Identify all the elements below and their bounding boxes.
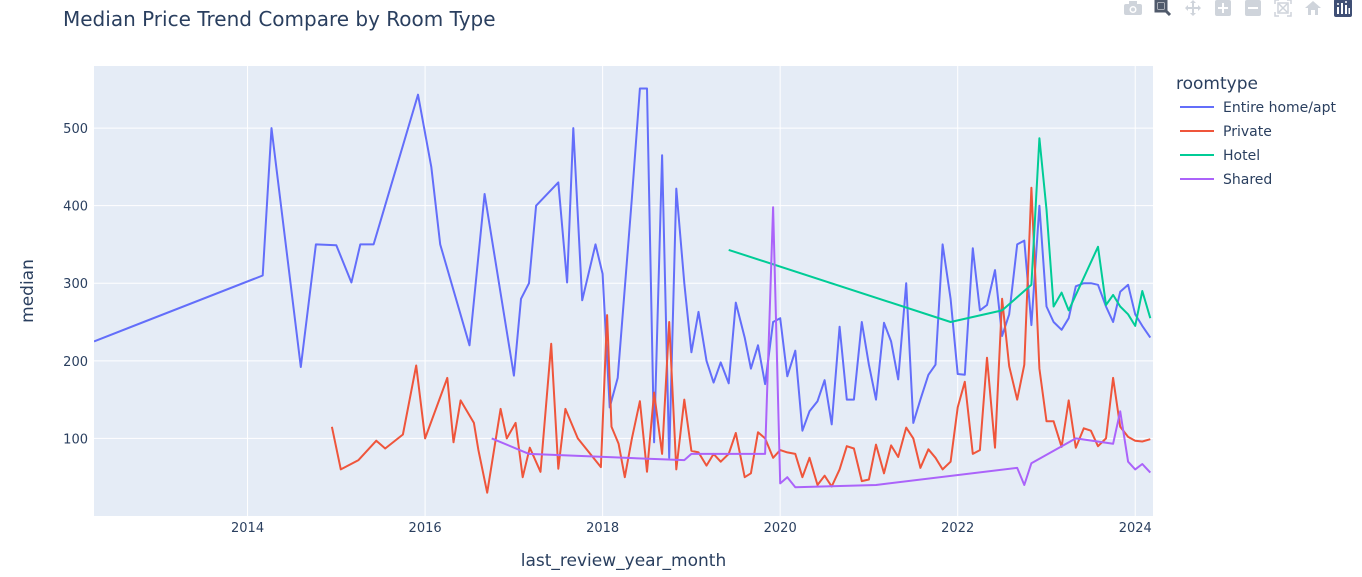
- y-tick-label: 500: [63, 122, 88, 137]
- x-tick-label: 2020: [764, 521, 797, 536]
- legend-item[interactable]: Shared: [1180, 172, 1272, 188]
- legend-title: roomtype: [1176, 74, 1258, 94]
- chart[interactable]: 2014 2016 2018 2020 2022 2024 100 200 300 400 500…: [0, 0, 1362, 577]
- y-axis-title: median: [18, 259, 38, 323]
- plot-area[interactable]: [94, 66, 1153, 516]
- y-tick-label: 400: [63, 200, 88, 215]
- legend-label: Entire home/apt: [1223, 100, 1336, 116]
- legend-label: Hotel: [1223, 148, 1260, 164]
- y-tick-label: 300: [63, 277, 88, 292]
- y-tick-label: 100: [63, 432, 88, 447]
- x-tick-label: 2018: [586, 521, 619, 536]
- y-tick-labels: 100 200 300 400 500: [63, 122, 88, 447]
- x-tick-label: 2016: [409, 521, 442, 536]
- x-tick-labels: 2014 2016 2018 2020 2022 2024: [231, 521, 1152, 536]
- legend-label: Private: [1223, 124, 1272, 140]
- x-tick-label: 2014: [231, 521, 264, 536]
- x-tick-label: 2024: [1119, 521, 1152, 536]
- x-axis-title: last_review_year_month: [521, 551, 727, 571]
- legend-item[interactable]: Entire home/apt: [1180, 100, 1336, 116]
- legend: roomtype Entire home/apt Private Hotel Shar…: [1176, 74, 1336, 188]
- legend-item[interactable]: Private: [1180, 124, 1272, 140]
- x-tick-label: 2022: [941, 521, 974, 536]
- legend-label: Shared: [1223, 172, 1272, 188]
- y-tick-label: 200: [63, 355, 88, 370]
- legend-item[interactable]: Hotel: [1180, 148, 1260, 164]
